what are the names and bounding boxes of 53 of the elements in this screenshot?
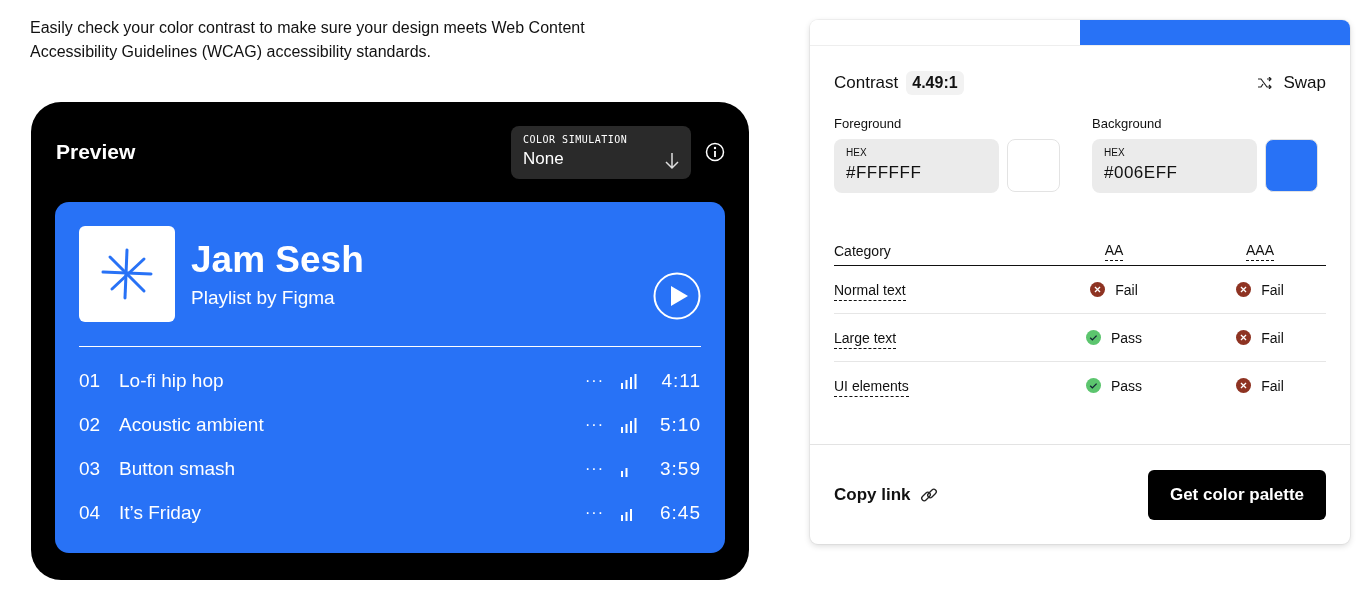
volume-bars-icon	[621, 374, 637, 389]
shuffle-icon	[1257, 77, 1274, 89]
copy-link[interactable]: Copy link	[834, 484, 939, 505]
more-options[interactable]: ···	[585, 372, 615, 390]
column-header: Category	[834, 243, 892, 259]
color-label: Foreground	[834, 116, 903, 131]
track-number: 01	[79, 370, 102, 392]
result-text: Fail	[1115, 281, 1138, 298]
info-icon[interactable]	[705, 142, 725, 162]
contrast-ratio: 4.49:1	[906, 71, 964, 95]
track-number: 02	[79, 414, 102, 436]
track-number: 03	[79, 458, 102, 480]
result-text: Pass	[1110, 377, 1143, 394]
playlist-subtitle: Playlist by Figma	[191, 287, 336, 309]
category-label: Normal text	[834, 281, 906, 301]
column-header: AAA	[1246, 241, 1274, 261]
result-text: Pass	[1110, 329, 1143, 346]
color-label: Background	[1092, 116, 1163, 131]
track-name: Acoustic ambient	[119, 414, 265, 436]
volume-bars-icon	[621, 418, 637, 433]
color-swatch[interactable]	[1007, 139, 1060, 192]
category-label: UI elements	[834, 377, 909, 397]
result-text: Fail	[1261, 281, 1284, 298]
track-duration: 5:10	[659, 414, 701, 436]
swap-button[interactable]: Swap	[1257, 73, 1326, 93]
result-text: Fail	[1261, 377, 1284, 394]
playlist-title: Jam Sesh	[191, 239, 365, 281]
hex-field[interactable]: HEX #006EFF	[1092, 139, 1257, 193]
volume-bars-icon	[621, 468, 628, 477]
column-header: AA	[1104, 241, 1124, 261]
track-number: 04	[79, 502, 102, 524]
preview-title: Preview	[56, 140, 136, 164]
star-burst-icon	[100, 247, 154, 301]
arrow-down-icon	[665, 151, 679, 170]
track-duration: 6:45	[659, 502, 701, 524]
track-name: Button smash	[119, 458, 237, 480]
more-options[interactable]: ···	[585, 416, 615, 434]
hex-field[interactable]: HEX #FFFFFF	[834, 139, 999, 193]
play-icon[interactable]	[653, 272, 701, 320]
intro-text: Easily check your color contrast to make sure your design meets Web Content Accessibility Guidelines (WCAG) accessibility standards.	[30, 18, 586, 62]
track-name: Lo-fi hip hop	[119, 370, 225, 392]
more-options[interactable]: ···	[585, 504, 615, 522]
color-simulation-dropdown[interactable]: COLOR SIMULATION None	[511, 125, 691, 179]
track-duration: 4:11	[660, 370, 701, 392]
category-label: Large text	[834, 329, 897, 349]
more-options[interactable]: ···	[585, 460, 615, 478]
track-duration: 3:59	[659, 458, 701, 480]
contrast-label: Contrast	[834, 73, 899, 93]
volume-bars-icon	[621, 509, 632, 521]
get-color-palette-button[interactable]: Get color palette	[1148, 469, 1326, 520]
track-name: It’s Friday	[119, 502, 202, 524]
result-text: Fail	[1261, 329, 1284, 346]
color-swatch[interactable]	[1265, 139, 1318, 192]
